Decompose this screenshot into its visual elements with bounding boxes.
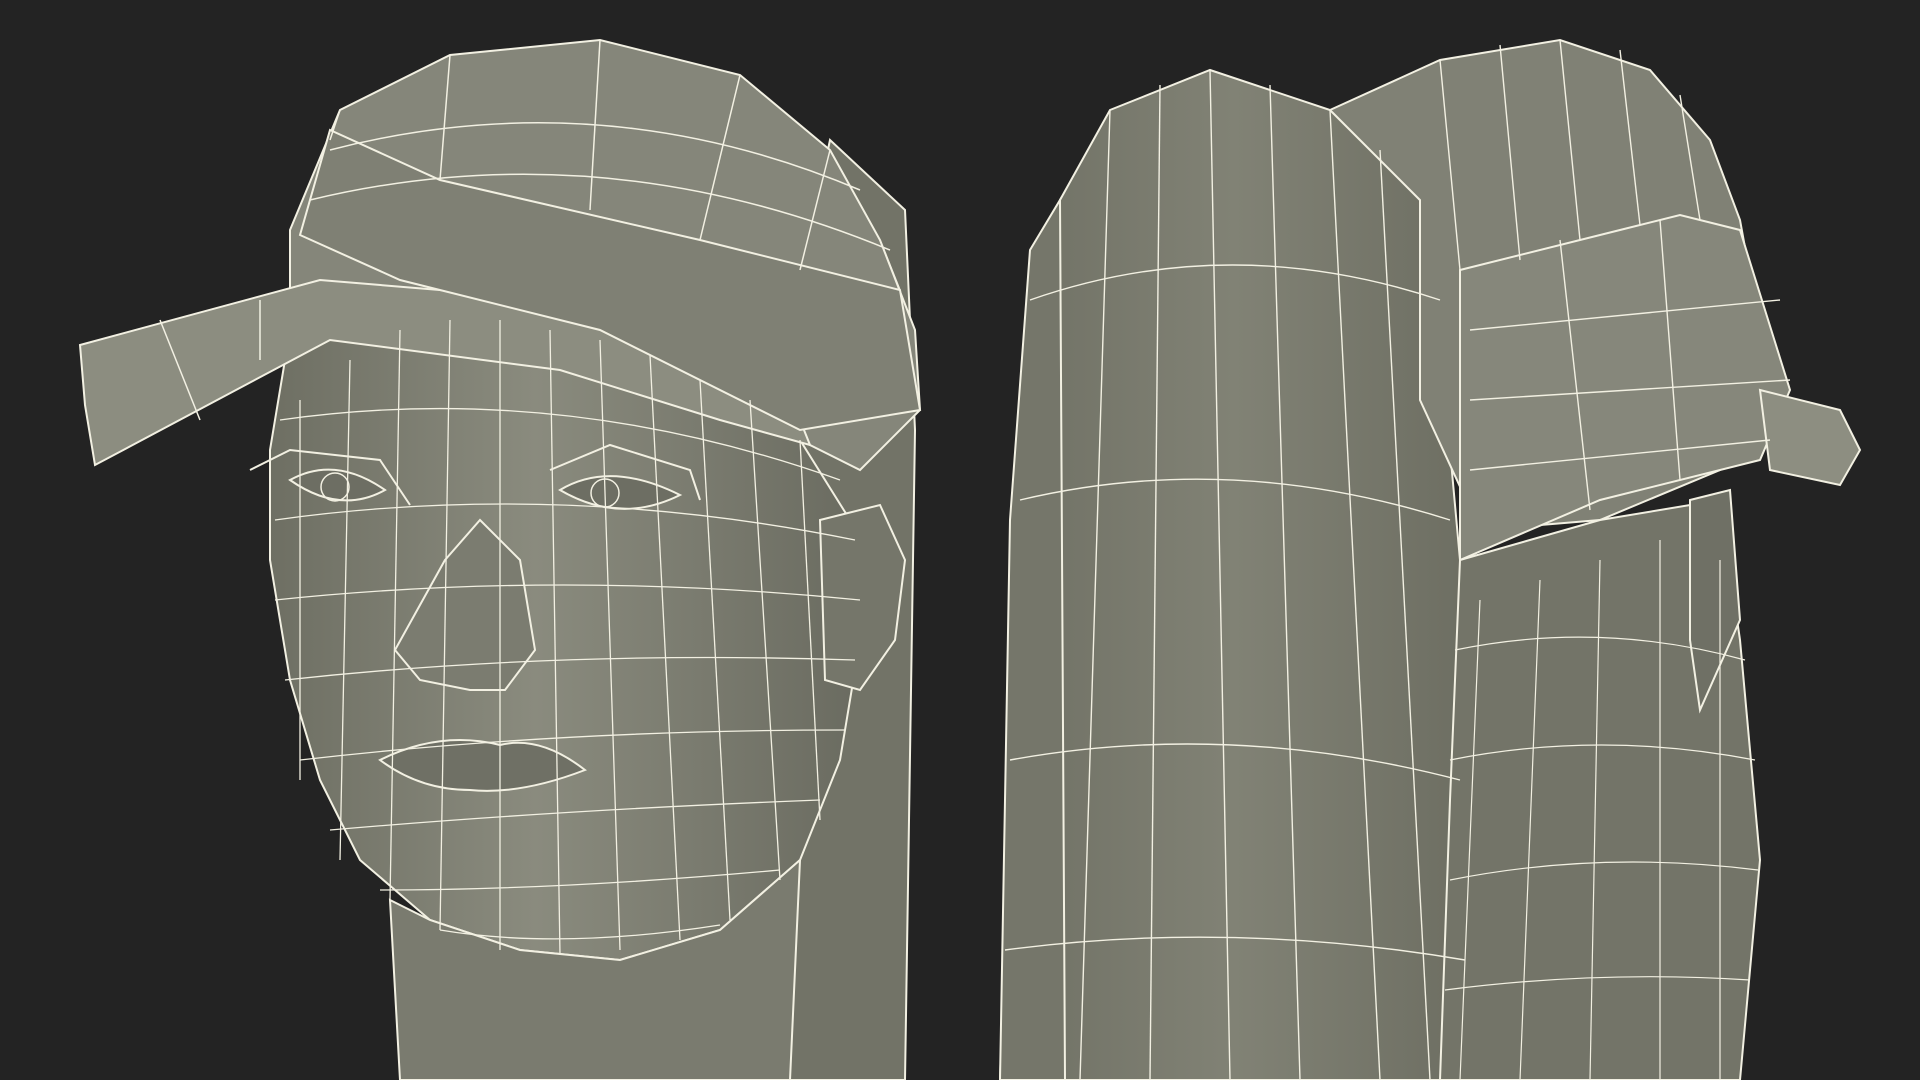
back-head-view [998, 38, 1862, 1080]
hair-panel-model [998, 68, 1471, 1080]
render-viewport [0, 0, 1920, 1080]
